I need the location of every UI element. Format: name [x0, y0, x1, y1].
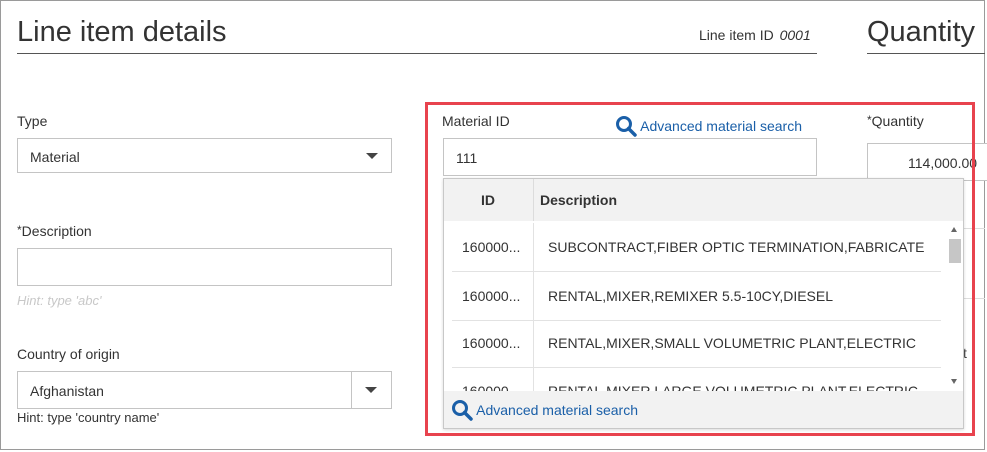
type-label: Type [17, 113, 48, 129]
description-hint: Hint: type 'abc' [17, 293, 102, 308]
section-title-quantity: Quantity [867, 16, 975, 48]
line-item-id: Line item ID 0001 [699, 27, 811, 43]
country-hint: Hint: type 'country name' [17, 410, 160, 425]
section-title-line-item-details: Line item details [17, 16, 227, 48]
quantity-divider [867, 53, 985, 54]
description-label: *Description [17, 223, 92, 239]
line-item-id-label: Line item ID [699, 27, 774, 43]
country-label: Country of origin [17, 346, 120, 362]
highlight-annotation-box [425, 102, 975, 436]
country-select[interactable]: Afghanistan [17, 371, 392, 409]
header-divider [17, 53, 817, 54]
chevron-down-icon [365, 387, 377, 393]
country-select-value: Afghanistan [30, 383, 104, 399]
required-marker: * [17, 223, 22, 237]
description-input[interactable] [17, 248, 392, 286]
line-item-id-value: 0001 [779, 27, 811, 43]
type-select-value: Material [30, 149, 80, 165]
chevron-down-icon [366, 153, 378, 159]
type-select[interactable]: Material [17, 138, 392, 173]
country-select-divider [351, 372, 352, 408]
